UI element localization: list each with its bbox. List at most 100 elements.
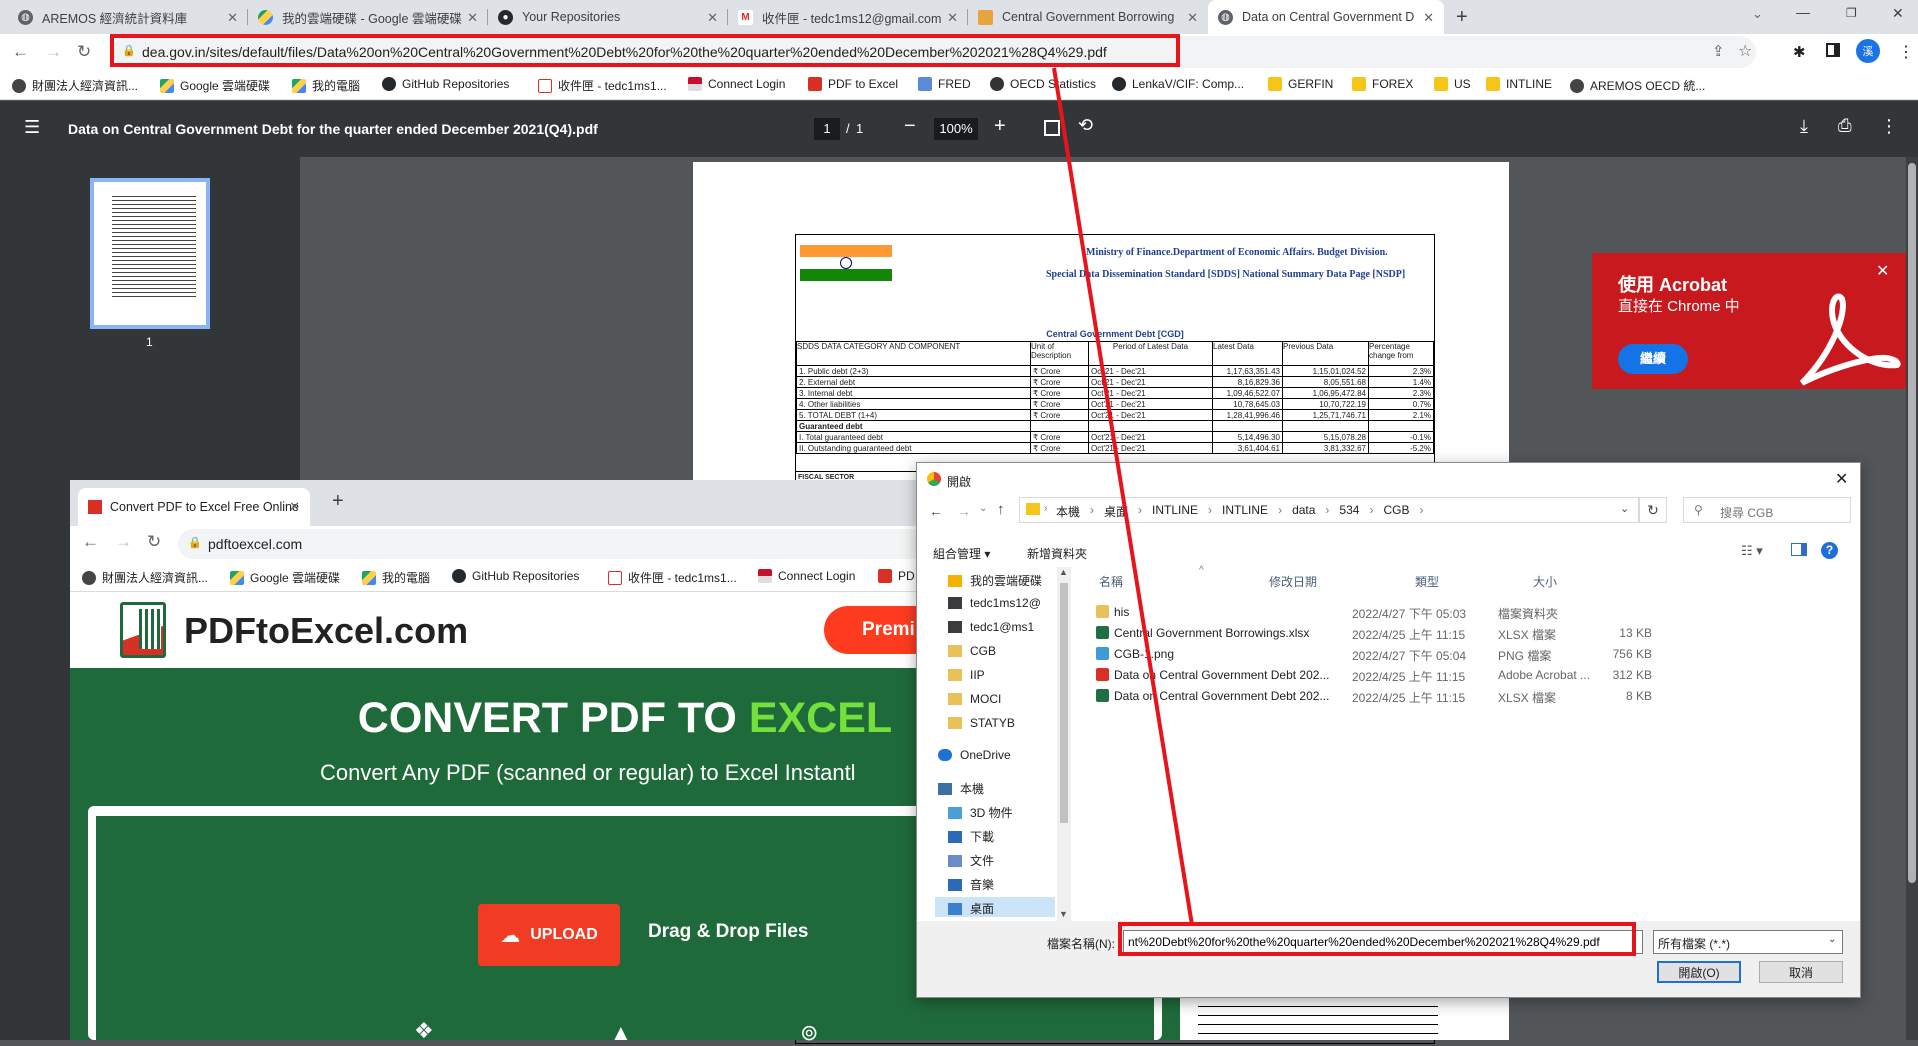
- pdf-scrollbar[interactable]: [1906, 157, 1918, 1040]
- bookmark-folder[interactable]: FOREX: [1352, 77, 1413, 91]
- open-button[interactable]: 開啟(O): [1657, 961, 1741, 983]
- column-header-type[interactable]: 類型: [1415, 573, 1439, 590]
- bookmark-item[interactable]: OECD Statistics: [990, 77, 1096, 91]
- forward-icon[interactable]: →: [45, 42, 62, 62]
- forward-icon[interactable]: →: [957, 503, 971, 519]
- nav-item[interactable]: tedc1ms12@: [948, 596, 1041, 610]
- close-icon[interactable]: ✕: [947, 10, 958, 26]
- zoom-input[interactable]: 100%: [934, 118, 978, 140]
- column-header-date[interactable]: 修改日期: [1269, 573, 1317, 590]
- side-panel-icon[interactable]: [1826, 43, 1840, 57]
- bookmark-item[interactable]: LenkaV/CIF: Comp...: [1112, 77, 1244, 91]
- zoom-out-button[interactable]: −: [904, 115, 916, 138]
- download-icon[interactable]: ⤓: [1800, 116, 1808, 137]
- nav-item[interactable]: 本機: [938, 780, 984, 797]
- refresh-icon[interactable]: ↻: [1639, 497, 1667, 523]
- view-options-icon[interactable]: ☷ ▾: [1741, 543, 1763, 559]
- column-header-name[interactable]: 名稱: [1099, 573, 1123, 590]
- google-drive-icon[interactable]: ▲: [610, 1020, 632, 1046]
- bookmark-folder[interactable]: INTLINE: [1486, 77, 1552, 91]
- preview-pane-icon[interactable]: [1791, 543, 1807, 556]
- tab-github[interactable]: ● Your Repositories ✕: [488, 0, 728, 34]
- cancel-button[interactable]: 取消: [1759, 961, 1843, 983]
- nav-item[interactable]: tedc1@ms1: [948, 620, 1034, 634]
- breadcrumb-item[interactable]: INTLINE: [1222, 503, 1268, 520]
- nav-item[interactable]: STATYB: [948, 716, 1015, 730]
- close-icon[interactable]: ✕: [1876, 261, 1889, 281]
- tab-central-gov-debt[interactable]: ◍ Data on Central Government D ✕: [1208, 0, 1444, 34]
- bookmark-item[interactable]: PD: [878, 569, 915, 583]
- nav-item[interactable]: 下載: [948, 828, 994, 845]
- tab-google-drive[interactable]: 我的雲端硬碟 - Google 雲端硬碟 ✕: [248, 0, 488, 34]
- bookmark-item[interactable]: 財團法人經濟資訊...: [12, 77, 138, 94]
- nav-scrollbar[interactable]: ▲ ▼: [1057, 567, 1071, 921]
- share-icon[interactable]: ⇪: [1712, 42, 1725, 60]
- bookmark-item[interactable]: GitHub Repositories: [452, 569, 579, 583]
- new-tab-button[interactable]: +: [332, 490, 344, 513]
- breadcrumb-item[interactable]: 桌面: [1104, 503, 1128, 520]
- up-icon[interactable]: ↑: [997, 501, 1005, 518]
- close-icon[interactable]: ✕: [1187, 10, 1198, 26]
- nav-item[interactable]: OneDrive: [938, 748, 1011, 762]
- tab-aremos[interactable]: ◍ AREMOS 經濟統計資料庫 ✕: [8, 0, 248, 34]
- fit-page-icon[interactable]: [1044, 120, 1060, 136]
- nav-item[interactable]: 3D 物件: [948, 804, 1013, 821]
- url-text[interactable]: pdftoexcel.com: [208, 536, 302, 552]
- file-row[interactable]: CGB-1.png 2022/4/27 下午 05:04 PNG 檔案 756 KB: [1094, 644, 1694, 664]
- nav-item[interactable]: 音樂: [948, 876, 994, 893]
- reload-icon[interactable]: ↻: [147, 532, 161, 552]
- nav-item[interactable]: IIP: [948, 668, 985, 682]
- upload-button[interactable]: ☁ UPLOAD: [478, 904, 620, 966]
- new-folder-button[interactable]: 新增資料夾: [1027, 545, 1087, 562]
- link-icon[interactable]: ⊚: [800, 1020, 818, 1046]
- nav-item[interactable]: CGB: [948, 644, 996, 658]
- menu-icon[interactable]: ⋮: [1898, 42, 1914, 62]
- minimize-button[interactable]: —: [1796, 4, 1810, 20]
- bookmark-item[interactable]: FRED: [918, 77, 971, 91]
- back-icon[interactable]: ←: [82, 532, 99, 552]
- bookmark-item[interactable]: 收件匣 - tedc1ms1...: [538, 77, 667, 94]
- page-thumbnail[interactable]: [90, 178, 210, 329]
- bookmark-item[interactable]: 收件匣 - tedc1ms1...: [608, 569, 737, 586]
- hamburger-menu-icon[interactable]: ☰: [24, 117, 40, 138]
- bookmark-folder[interactable]: US: [1434, 77, 1471, 91]
- zoom-in-button[interactable]: +: [994, 115, 1006, 138]
- close-icon[interactable]: ✕: [467, 10, 478, 26]
- new-tab-button[interactable]: +: [1456, 6, 1468, 29]
- help-icon[interactable]: ?: [1821, 542, 1838, 559]
- chevron-down-icon[interactable]: ⌄: [979, 503, 987, 514]
- breadcrumb-item[interactable]: INTLINE: [1152, 503, 1198, 520]
- close-window-button[interactable]: ✕: [1892, 5, 1904, 22]
- bookmark-item[interactable]: Connect Login: [758, 569, 855, 583]
- organize-menu[interactable]: 組合管理 ▾: [933, 545, 990, 562]
- close-icon[interactable]: ✕: [227, 10, 238, 26]
- search-box[interactable]: ⚲ 搜尋 CGB: [1683, 497, 1851, 523]
- back-icon[interactable]: ←: [12, 42, 29, 62]
- file-row[interactable]: Data on Central Government Debt 202... 20…: [1094, 686, 1694, 706]
- tab-search-icon[interactable]: ⌄: [1752, 6, 1763, 22]
- nav-item[interactable]: 桌面: [948, 900, 994, 917]
- star-icon[interactable]: ☆: [1738, 41, 1752, 61]
- profile-avatar[interactable]: 溪: [1856, 39, 1880, 63]
- file-type-select[interactable]: 所有檔案 (*.*) ⌄: [1653, 930, 1843, 954]
- bookmark-item[interactable]: Google 雲端硬碟: [230, 569, 340, 586]
- rotate-icon[interactable]: ⟲: [1078, 115, 1093, 136]
- breadcrumb-item[interactable]: 534: [1339, 503, 1359, 520]
- bookmark-item[interactable]: 財團法人經濟資訊...: [82, 569, 208, 586]
- tab-pdftoexcel[interactable]: Convert PDF to Excel Free Online ✕: [78, 488, 310, 526]
- close-icon[interactable]: ✕: [1835, 469, 1848, 489]
- tab-central-gov-borrowing[interactable]: Central Government Borrowing ✕: [968, 0, 1208, 34]
- file-row[interactable]: Central Government Borrowings.xlsx 2022/4…: [1094, 623, 1694, 643]
- tab-gmail[interactable]: M 收件匣 - tedc1ms12@gmail.com ✕: [728, 0, 968, 34]
- bookmark-item[interactable]: 我的電腦: [362, 569, 430, 586]
- nav-item[interactable]: 我的雲端硬碟: [948, 572, 1042, 589]
- chevron-down-icon[interactable]: ⌄: [1620, 502, 1629, 515]
- breadcrumb-item[interactable]: data: [1292, 503, 1315, 520]
- breadcrumb[interactable]: › 本機 › 桌面 › INTLINE › INTLINE › data › 534 › C…: [1019, 497, 1639, 523]
- close-icon[interactable]: ✕: [289, 499, 300, 515]
- site-logo-text[interactable]: PDFtoExcel.com: [184, 610, 468, 652]
- file-row[interactable]: Data on Central Government Debt 202... 20…: [1094, 665, 1694, 685]
- bookmark-folder[interactable]: GERFIN: [1268, 77, 1333, 91]
- close-icon[interactable]: ✕: [707, 10, 718, 26]
- nav-item[interactable]: MOCI: [948, 692, 1001, 706]
